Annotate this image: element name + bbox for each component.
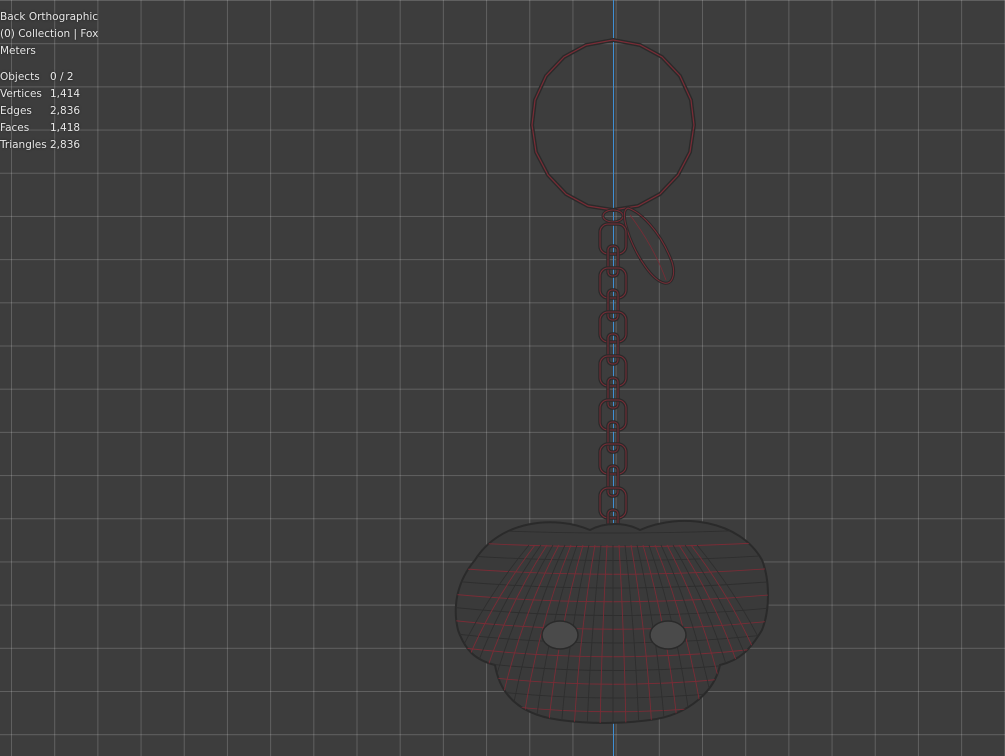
stat-label: Faces — [0, 121, 30, 134]
3d-viewport[interactable]: Back Orthographic (0) Collection | Fox M… — [0, 0, 1005, 756]
chain-link — [606, 332, 620, 366]
chain-link — [606, 420, 620, 454]
stat-row-objects: Objects 0 / 2 — [0, 69, 98, 86]
chain-link — [598, 486, 628, 520]
chain-link — [599, 355, 627, 387]
units-label: Meters — [0, 44, 36, 57]
stat-label: Vertices — [0, 88, 42, 101]
collection-name: (0) Collection | Fox — [0, 27, 99, 40]
chain-link — [606, 464, 620, 498]
wireframe-mesh[interactable] — [0, 0, 1005, 756]
stat-value: 1,414 — [50, 88, 81, 101]
viewport-info-overlay: Back Orthographic (0) Collection | Fox M… — [0, 9, 98, 153]
stat-value: 1,418 — [50, 121, 81, 134]
stat-row-triangles: Triangles 2,836 — [0, 137, 98, 154]
stat-row-edges: Edges 2,836 — [0, 103, 98, 120]
chain-link — [599, 223, 627, 255]
chain-link — [598, 310, 628, 344]
chain-link — [598, 442, 628, 476]
chain-link — [599, 487, 627, 519]
chain-link — [606, 244, 620, 278]
chain-link — [606, 376, 620, 410]
chain-link — [598, 266, 628, 300]
stat-label: Triangles — [0, 138, 47, 151]
chain-link — [606, 288, 620, 322]
chain[interactable] — [598, 222, 628, 564]
stat-label: Objects — [0, 71, 40, 84]
stat-value: 0 / 2 — [50, 71, 74, 84]
chain-link — [598, 354, 628, 388]
leaf-charm[interactable] — [622, 206, 676, 285]
stat-value: 2,836 — [50, 104, 81, 117]
stat-row-vertices: Vertices 1,414 — [0, 86, 98, 103]
scene-statistics: Objects 0 / 2 Vertices 1,414 Edges 2,836… — [0, 69, 98, 153]
stat-value: 2,836 — [50, 138, 81, 151]
stat-row-faces: Faces 1,418 — [0, 120, 98, 137]
view-name: Back Orthographic — [0, 11, 99, 23]
chain-link — [599, 267, 627, 299]
fox-head-mesh[interactable] — [431, 519, 795, 739]
stat-label: Edges — [0, 104, 32, 117]
mesh-edge-loop — [455, 722, 768, 723]
chain-link — [598, 222, 628, 256]
chain-link — [599, 443, 627, 475]
chain-link — [598, 398, 628, 432]
chain-link — [599, 399, 627, 431]
keyring-loop[interactable] — [529, 37, 697, 213]
chain-link — [599, 311, 627, 343]
